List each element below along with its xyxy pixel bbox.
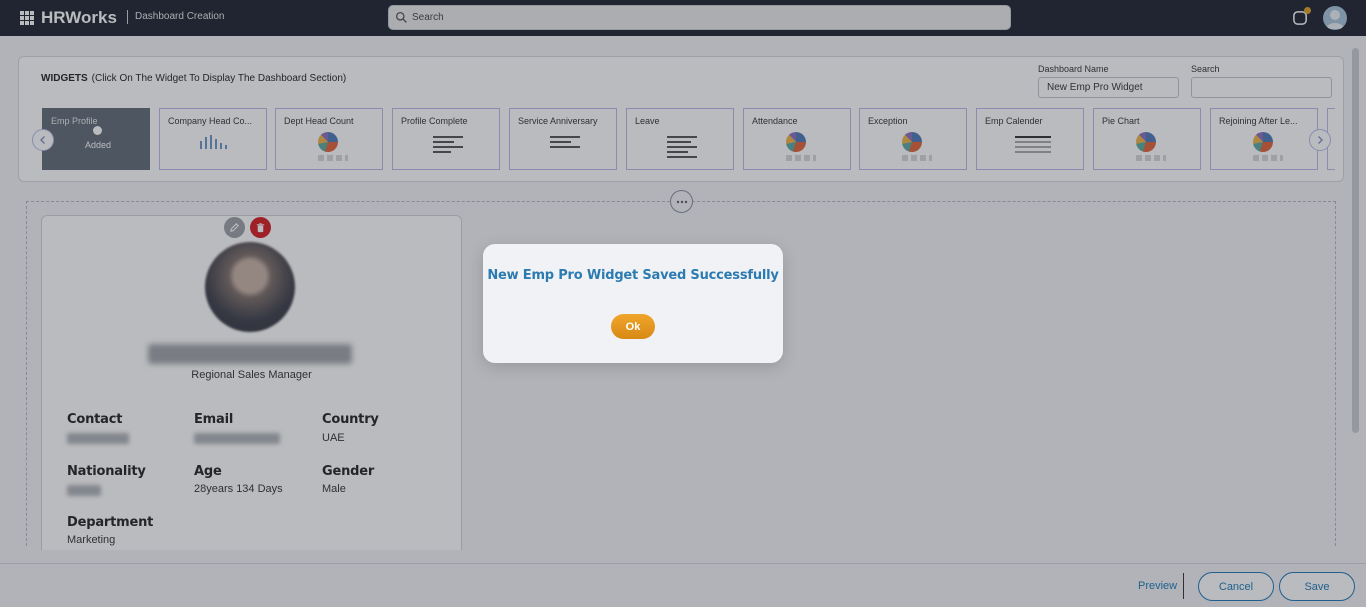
success-dialog: New Emp Pro Widget Saved Successfully Ok <box>483 244 783 363</box>
ok-button[interactable]: Ok <box>611 314 655 339</box>
success-message: New Emp Pro Widget Saved Successfully <box>487 268 779 283</box>
